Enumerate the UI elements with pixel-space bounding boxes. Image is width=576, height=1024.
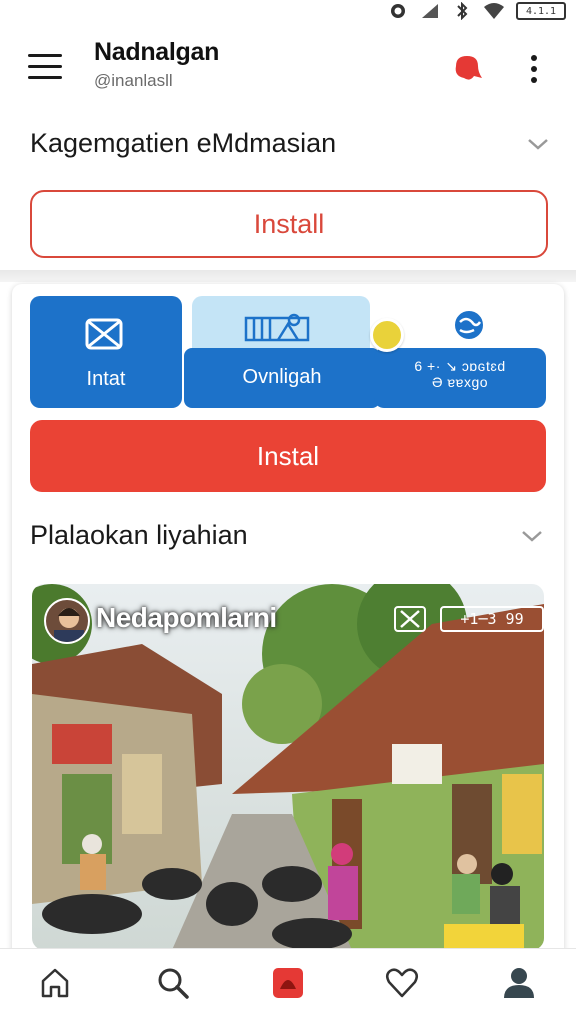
- title-block: Nadnalgan @inanlasll: [94, 38, 219, 91]
- content-card: Intat Ovnligah 6 +· ↘ ɔɒɢtɛd Ə ɐɐxɡo Ins…: [12, 284, 564, 964]
- nav-favorites[interactable]: [382, 963, 422, 1003]
- user-handle: @inanlasll: [94, 71, 173, 90]
- more-vertical-icon: [531, 55, 537, 61]
- section-header-2[interactable]: Plalaokan liyahian: [30, 520, 544, 551]
- install-button[interactable]: Instal: [30, 420, 546, 492]
- notification-icon[interactable]: [450, 52, 486, 84]
- alarm-icon: [391, 4, 405, 18]
- photo-author-name: Nedapomlarni: [96, 602, 277, 633]
- heart-icon: [386, 968, 418, 998]
- tab-globe-label: 6 +· ↘ ɔɒɢtɛd Ə ɐɐxɡo: [414, 358, 506, 390]
- notification-dot: [370, 318, 404, 352]
- tab-gallery[interactable]: Ovnligah: [184, 348, 380, 408]
- tab-globe[interactable]: 6 +· ↘ ɔɒɢtɛd Ə ɐɐxɡo: [374, 348, 546, 408]
- nav-profile[interactable]: [499, 963, 539, 1003]
- chevron-down-icon: [528, 138, 548, 150]
- battery-icon: 4.1.1: [516, 2, 566, 20]
- village-street-photo[interactable]: Nedapomlarni +1─3 99: [32, 584, 544, 950]
- nav-create[interactable]: [268, 963, 308, 1003]
- section-title-1: Kagemgatien eMdmasian: [30, 128, 337, 158]
- profile-icon: [504, 968, 534, 998]
- more-options-button[interactable]: [522, 52, 546, 86]
- search-icon: [158, 968, 189, 999]
- install-outline-button[interactable]: Install: [30, 190, 548, 258]
- tab-bar: Intat Ovnligah 6 +· ↘ ɔɒɢtɛd Ə ɐɐxɡo: [30, 296, 548, 408]
- gallery-icon: [244, 313, 310, 342]
- menu-icon: [28, 54, 62, 57]
- bottom-navigation: [0, 948, 576, 1024]
- tab-inbox-label: Intat: [86, 368, 126, 390]
- status-icons: 4.1.1: [388, 2, 566, 20]
- nav-search[interactable]: [153, 963, 193, 1003]
- create-icon: [273, 968, 303, 998]
- app-header: Nadnalgan @inanlasll: [0, 30, 576, 106]
- bluetooth-icon: [457, 2, 468, 20]
- signal-icon: [422, 4, 438, 18]
- section-header-1[interactable]: Kagemgatien eMdmasian: [30, 128, 550, 159]
- close-icon[interactable]: [394, 606, 426, 632]
- section-title-2: Plalaokan liyahian: [30, 520, 248, 550]
- photo-counter[interactable]: +1─3 99: [440, 606, 544, 632]
- tab-gallery-label: Ovnligah: [242, 366, 322, 388]
- menu-button[interactable]: [28, 54, 62, 80]
- avatar[interactable]: [44, 598, 90, 644]
- tab-inbox[interactable]: Intat: [30, 296, 182, 408]
- village-street-image: [32, 584, 544, 950]
- tab-gallery-top[interactable]: [192, 296, 370, 356]
- mail-icon: [85, 318, 123, 350]
- page-title: Nadnalgan: [94, 38, 220, 66]
- nav-home[interactable]: [35, 963, 75, 1003]
- status-bar: 4.1.1: [0, 0, 576, 24]
- globe-icon[interactable]: [452, 308, 486, 342]
- wifi-icon: [484, 3, 504, 19]
- home-icon: [41, 968, 69, 998]
- chevron-down-icon: [522, 530, 542, 542]
- section-divider: [0, 270, 576, 282]
